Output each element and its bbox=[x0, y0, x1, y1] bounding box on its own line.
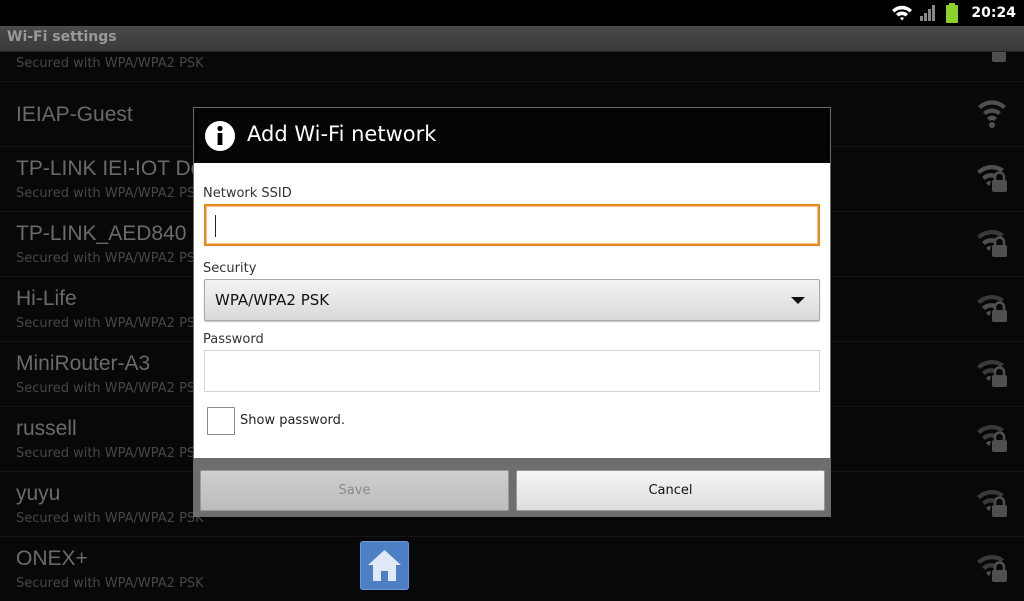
dialog-header: Add Wi-Fi network bbox=[194, 108, 830, 163]
title-bar: Wi-Fi settings bbox=[0, 26, 1024, 52]
status-bar: 20:24 bbox=[0, 0, 1024, 26]
password-input[interactable] bbox=[204, 350, 820, 392]
add-network-dialog: Add Wi-Fi network Network SSID Security … bbox=[193, 107, 831, 517]
cell-signal-icon bbox=[919, 4, 937, 22]
text-cursor bbox=[215, 215, 216, 237]
battery-icon bbox=[945, 3, 959, 23]
show-password-label[interactable]: Show password. bbox=[240, 413, 345, 428]
home-icon bbox=[368, 550, 401, 581]
dropdown-arrow-icon bbox=[791, 297, 805, 304]
clock: 20:24 bbox=[971, 5, 1016, 21]
cancel-button[interactable]: Cancel bbox=[516, 470, 825, 511]
ssid-input[interactable] bbox=[204, 204, 820, 246]
ssid-label: Network SSID bbox=[203, 186, 292, 201]
dialog-footer: Save Cancel bbox=[194, 458, 830, 516]
security-value: WPA/WPA2 PSK bbox=[215, 291, 330, 309]
show-password-checkbox[interactable] bbox=[207, 407, 235, 435]
info-icon bbox=[205, 121, 235, 151]
security-select[interactable]: WPA/WPA2 PSK bbox=[204, 279, 820, 321]
security-label: Security bbox=[203, 261, 257, 276]
save-button[interactable]: Save bbox=[200, 470, 509, 511]
page-title: Wi-Fi settings bbox=[7, 29, 117, 45]
dialog-title: Add Wi-Fi network bbox=[247, 122, 437, 146]
dialog-body: Network SSID Security WPA/WPA2 PSK Passw… bbox=[194, 163, 830, 458]
wifi-signal-icon bbox=[891, 4, 913, 22]
home-button[interactable] bbox=[360, 541, 409, 590]
status-icons: 20:24 bbox=[891, 0, 1024, 26]
password-label: Password bbox=[203, 332, 264, 347]
